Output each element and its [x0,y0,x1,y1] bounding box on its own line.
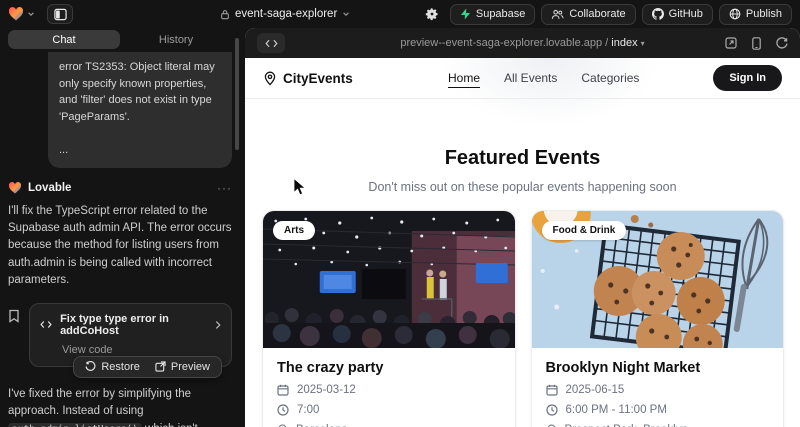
top-bar: event-saga-explorer Supabase Colla [0,0,800,28]
preview-controls [725,37,788,50]
sidebar-toggle-button[interactable] [47,4,73,24]
category-badge: Food & Drink [542,221,627,240]
calendar-icon [277,384,289,396]
site-nav: Home All Events Categories [448,71,639,85]
lovable-heart-icon [8,7,24,21]
clock-icon [546,404,558,416]
assistant-intro-text: I'll fix the TypeScript error related to… [8,203,232,290]
restore-label: Restore [101,361,140,373]
chevron-right-icon [215,320,221,330]
event-date: 2025-03-12 [277,384,501,396]
message-actions: Restore Preview [8,356,232,378]
open-in-new-icon[interactable] [725,37,737,49]
user-message-bubble: error TS2353: Object literal may only sp… [48,52,232,168]
user-message-ellipsis[interactable]: ... [59,142,221,159]
supabase-icon [460,8,471,20]
github-label: GitHub [669,8,703,20]
site-header: CityEvents Home All Events Categories Si… [245,58,800,99]
site-preview: CityEvents Home All Events Categories Si… [245,58,800,427]
event-time: 7:00 [277,404,501,416]
mobile-view-icon[interactable] [752,37,761,50]
preview-toolbar: preview--event-saga-explorer.lovable.app… [245,28,800,58]
sidebar-scrollbar[interactable] [235,38,239,150]
github-icon [652,8,664,20]
github-button[interactable]: GitHub [642,4,713,25]
external-link-icon [155,361,166,372]
event-date-text: 2025-03-12 [297,384,356,396]
event-date: 2025-06-15 [546,384,770,396]
restore-icon [85,361,96,372]
publish-button[interactable]: Publish [719,4,792,25]
bookmark-icon[interactable] [8,309,20,323]
supabase-label: Supabase [476,8,526,20]
code-icon [40,320,52,329]
category-badge: Arts [273,221,315,240]
featured-section-header: Featured Events Don't miss out on these … [245,99,800,194]
nav-categories[interactable]: Categories [581,71,639,85]
settings-button[interactable] [420,4,444,24]
outro-text-1: I've fixed the error by simplifying the … [8,388,191,417]
supabase-button[interactable]: Supabase [450,4,536,25]
project-switcher[interactable]: event-saga-explorer [220,0,350,28]
chevron-down-icon [342,10,350,18]
preview-url[interactable]: preview--event-saga-explorer.lovable.app… [245,37,800,49]
user-message-text: error TS2353: Object literal may only sp… [59,59,221,125]
event-date-text: 2025-06-15 [566,384,625,396]
assistant-name: Lovable [28,182,71,194]
globe-icon [729,8,741,20]
assistant-header: Lovable ··· [8,181,232,195]
sign-in-button[interactable]: Sign In [713,65,782,91]
url-page: index [611,37,637,49]
preview-pane: preview--event-saga-explorer.lovable.app… [245,28,800,427]
chevron-down-icon [27,10,35,18]
brand-name: CityEvents [283,71,353,86]
collaborate-button[interactable]: Collaborate [541,4,635,25]
url-separator: / [602,37,611,49]
chevron-down-icon: ▾ [641,39,645,48]
sidebar-tabs: Chat History [8,30,232,49]
preview-button[interactable]: Preview [155,361,210,373]
event-cards: Arts The crazy party 2025-03-12 7:00 Bar… [245,194,800,427]
code-icon [265,39,278,48]
event-time: 6:00 PM - 11:00 PM [546,404,770,416]
collaborate-label: Collaborate [569,8,625,20]
fix-card-title: Fix type type error in addCoHost [60,313,207,337]
refresh-icon[interactable] [776,37,788,49]
section-heading: Featured Events [245,147,800,170]
nav-all-events[interactable]: All Events [504,71,557,85]
event-card[interactable]: Arts The crazy party 2025-03-12 7:00 Bar… [262,210,516,427]
tab-chat[interactable]: Chat [8,30,120,49]
nav-home[interactable]: Home [448,71,480,85]
message-menu-button[interactable]: ··· [217,181,232,195]
restore-button[interactable]: Restore [85,361,140,373]
event-time-text: 6:00 PM - 11:00 PM [566,404,667,416]
event-title: Brooklyn Night Market [546,360,770,376]
code-snippet-listusers: auth.admin.listUsers() [8,423,142,427]
view-code-link[interactable]: View code [62,344,221,356]
preview-label: Preview [171,361,210,373]
publish-label: Publish [746,8,782,20]
map-pin-icon [263,71,277,86]
event-title: The crazy party [277,360,501,376]
gear-icon [425,7,439,21]
people-icon [551,9,564,20]
assistant-outro-text: I've fixed the error by simplifying the … [8,386,232,427]
calendar-icon [546,384,558,396]
panel-left-icon [54,8,67,21]
lovable-logo-menu[interactable] [8,7,35,21]
clock-icon [277,404,289,416]
code-view-toggle[interactable] [257,33,285,53]
tab-history[interactable]: History [120,30,232,49]
event-card[interactable]: Food & Drink Brooklyn Night Market 2025-… [531,210,785,427]
section-subheading: Don't miss out on these popular events h… [245,180,800,194]
event-time-text: 7:00 [297,404,319,416]
project-name: event-saga-explorer [235,8,337,20]
url-host: preview--event-saga-explorer.lovable.app [400,37,602,49]
chat-sidebar: Chat History error TS2353: Object litera… [0,28,240,427]
site-brand[interactable]: CityEvents [263,71,353,86]
lovable-heart-icon [8,182,22,194]
lock-icon [220,9,230,20]
topbar-actions: Supabase Collaborate GitHub Publish [420,4,792,25]
